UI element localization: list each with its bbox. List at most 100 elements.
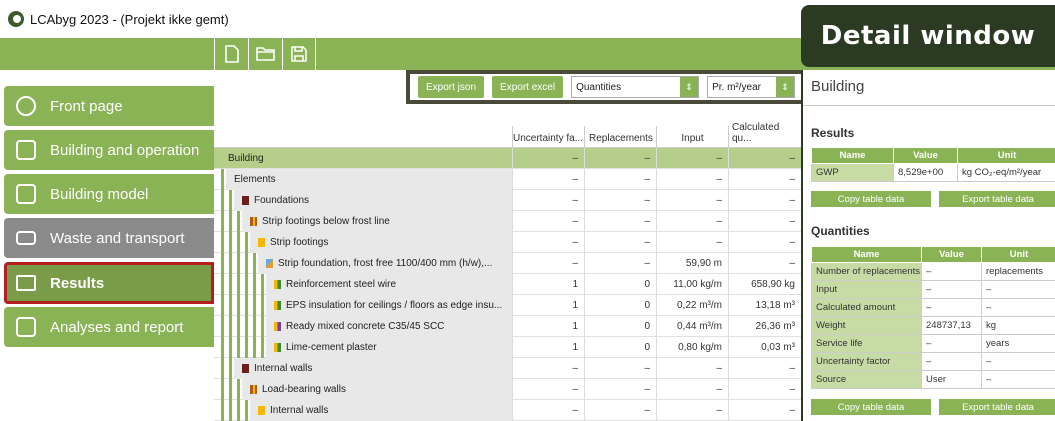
table-row[interactable]: Lime-cement plaster 1 0 0,80 kg/m 0,03 m³	[214, 337, 801, 358]
table-row[interactable]: Foundations – – – –	[214, 190, 801, 211]
main-area: Export json Export excel Quantities ⇕ Pr…	[214, 70, 801, 421]
results-name: GWP	[811, 163, 894, 182]
cell-replacements: –	[584, 148, 656, 169]
truck-icon	[16, 231, 36, 245]
cell-uncertainty: –	[512, 148, 584, 169]
view-select[interactable]: Quantities ⇕	[571, 76, 700, 98]
grid-header: Uncertainty fa... Replacements Input Cal…	[214, 122, 801, 148]
table-row[interactable]: Reinforcement steel wire 1 0 11,00 kg/m 658,…	[214, 274, 801, 295]
quantity-unit: replacements	[981, 262, 1055, 281]
cell-uncertainty: 1	[512, 316, 584, 337]
col-uncertainty[interactable]: Uncertainty fa...	[512, 126, 584, 147]
results-col-value: Value	[893, 147, 958, 164]
cell-input: –	[656, 169, 728, 190]
export-excel-button[interactable]: Export excel	[492, 76, 564, 98]
cell-replacements: 0	[584, 316, 656, 337]
sidebar-item-analyses-and-report[interactable]: Analyses and report	[4, 307, 214, 347]
cell-input: 59,90 m	[656, 253, 728, 274]
chevron-updown-icon: ⇕	[776, 77, 795, 97]
sidebar-item-front-page[interactable]: Front page	[4, 86, 214, 126]
col-input[interactable]: Input	[656, 126, 728, 147]
table-row[interactable]: Strip foundation, frost free 1100/400 mm…	[214, 253, 801, 274]
quantities-col-unit: Unit	[981, 246, 1055, 263]
results-col-unit: Unit	[957, 147, 1055, 164]
export-quantities-button[interactable]: Export table data	[939, 399, 1055, 415]
quantity-name: Weight	[811, 316, 922, 335]
category-icon	[266, 259, 273, 268]
quantity-name: Number of replacements	[811, 262, 922, 281]
category-icon	[250, 217, 257, 226]
cell-input: 0,22 m³/m	[656, 295, 728, 316]
cell-replacements: 0	[584, 295, 656, 316]
open-folder-icon[interactable]	[248, 38, 282, 70]
quantity-value: –	[921, 262, 982, 281]
results-value: 8,529e+00	[893, 163, 958, 182]
cell-calculated: –	[728, 148, 801, 169]
sidebar-item-waste-and-transport[interactable]: Waste and transport	[4, 218, 214, 258]
row-label: Strip foundation, frost free 1100/400 mm…	[278, 258, 493, 269]
table-row[interactable]: Strip footings – – – –	[214, 232, 801, 253]
table-row: Uncertainty factor – –	[811, 352, 1055, 371]
cell-input: –	[656, 379, 728, 400]
unit-select[interactable]: Pr. m²/year ⇕	[707, 76, 796, 98]
quantity-value: –	[921, 280, 982, 299]
cell-calculated: –	[728, 253, 801, 274]
filter-bar: Export json Export excel Quantities ⇕ Pr…	[406, 70, 801, 104]
row-label: Internal walls	[270, 405, 329, 416]
unit-select-value: Pr. m²/year	[712, 81, 761, 93]
category-icon	[242, 364, 249, 373]
cell-uncertainty: –	[512, 232, 584, 253]
table-row[interactable]: Internal walls – – – –	[214, 358, 801, 379]
table-row: GWP 8,529e+00 kg CO₂-eq/m²/year	[811, 163, 1055, 182]
cell-uncertainty: –	[512, 211, 584, 232]
export-json-button[interactable]: Export json	[418, 76, 485, 98]
new-file-icon[interactable]	[214, 38, 248, 70]
cell-uncertainty: –	[512, 253, 584, 274]
sidebar-item-building-model[interactable]: Building model	[4, 174, 214, 214]
table-icon	[16, 275, 36, 291]
cell-replacements: –	[584, 358, 656, 379]
sidebar-item-label: Results	[50, 274, 105, 292]
cell-calculated: 0,03 m³	[728, 337, 801, 358]
row-label: Strip footings	[270, 237, 329, 248]
cell-calculated: –	[728, 211, 801, 232]
table-row[interactable]: Internal walls – – – –	[214, 400, 801, 421]
quantity-unit: –	[981, 352, 1055, 371]
quantity-value: User	[921, 370, 982, 389]
category-icon	[274, 343, 281, 352]
col-calculated[interactable]: Calculated qu...	[728, 122, 801, 147]
quantity-name: Uncertainty factor	[811, 352, 922, 371]
sidebar-item-label: Waste and transport	[50, 229, 185, 247]
quantity-value: –	[921, 298, 982, 317]
save-icon[interactable]	[282, 38, 316, 70]
cell-uncertainty: –	[512, 358, 584, 379]
results-unit: kg CO₂-eq/m²/year	[957, 163, 1055, 182]
table-row[interactable]: Ready mixed concrete C35/45 SCC 1 0 0,44 m³…	[214, 316, 801, 337]
table-row: Weight 248737,13 kg	[811, 316, 1055, 335]
cell-replacements: 0	[584, 274, 656, 295]
cell-calculated: 13,18 m³	[728, 295, 801, 316]
quantity-value: 248737,13	[921, 316, 982, 335]
results-grid: Uncertainty fa... Replacements Input Cal…	[214, 122, 801, 421]
copy-results-button[interactable]: Copy table data	[811, 191, 931, 207]
copy-quantities-button[interactable]: Copy table data	[811, 399, 931, 415]
sidebar-item-building-and-operation[interactable]: Building and operation	[4, 130, 214, 170]
export-results-button[interactable]: Export table data	[939, 191, 1055, 207]
table-row[interactable]: EPS insulation for ceilings / floors as …	[214, 295, 801, 316]
table-row[interactable]: Load-bearing walls – – – –	[214, 379, 801, 400]
table-row[interactable]: Building – – – –	[214, 148, 801, 169]
quantities-col-value: Value	[921, 246, 982, 263]
sidebar-item-results[interactable]: Results	[4, 262, 214, 304]
quantity-unit: –	[981, 370, 1055, 389]
cell-replacements: –	[584, 211, 656, 232]
sidebar-item-label: Front page	[50, 97, 123, 115]
table-row[interactable]: Elements – – – –	[214, 169, 801, 190]
category-icon	[274, 322, 281, 331]
col-replacements[interactable]: Replacements	[584, 126, 656, 147]
cell-input: 0,44 m³/m	[656, 316, 728, 337]
sidebar: Front page Building and operation Buildi…	[0, 70, 214, 421]
table-row[interactable]: Strip footings below frost line – – – –	[214, 211, 801, 232]
row-label: Load-bearing walls	[262, 384, 346, 395]
detail-panel: Building Results Name Value Unit GWP 8,5…	[801, 70, 1055, 421]
cell-calculated: –	[728, 169, 801, 190]
